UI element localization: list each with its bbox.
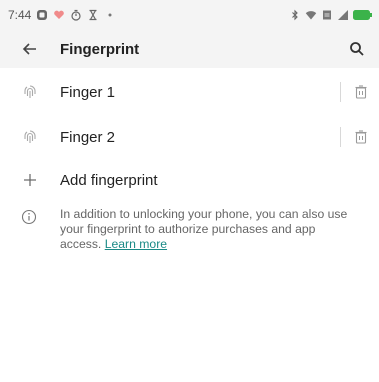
back-button[interactable] bbox=[20, 39, 40, 59]
hourglass-icon bbox=[87, 9, 99, 21]
timer-icon bbox=[70, 9, 82, 21]
heart-icon bbox=[53, 9, 65, 21]
plus-icon bbox=[22, 172, 38, 188]
search-icon bbox=[350, 42, 364, 56]
info-description: In addition to unlocking your phone, you… bbox=[60, 207, 348, 251]
search-button[interactable] bbox=[347, 39, 367, 59]
dot-icon bbox=[104, 9, 116, 21]
bluetooth-icon bbox=[289, 9, 301, 21]
trash-icon bbox=[355, 85, 367, 99]
row-divider bbox=[340, 82, 341, 102]
learn-more-link[interactable]: Learn more bbox=[105, 237, 167, 251]
info-icon bbox=[21, 209, 37, 225]
wifi-icon bbox=[305, 9, 317, 21]
fingerprint-icon bbox=[22, 129, 38, 145]
signal-icon bbox=[337, 9, 349, 21]
arrow-back-icon bbox=[22, 43, 36, 55]
sim-icon bbox=[321, 9, 333, 21]
row-divider bbox=[340, 127, 341, 147]
info-text: In addition to unlocking your phone, you… bbox=[60, 207, 360, 252]
notification-icon bbox=[36, 9, 48, 21]
add-fingerprint-button[interactable]: Add fingerprint bbox=[0, 158, 379, 202]
add-fingerprint-label: Add fingerprint bbox=[60, 171, 158, 189]
battery-icon bbox=[353, 9, 373, 21]
delete-fingerprint-2-button[interactable] bbox=[354, 129, 368, 145]
fingerprint-row-2[interactable]: Finger 2 bbox=[0, 115, 379, 159]
page-title: Fingerprint bbox=[60, 41, 140, 58]
status-left: 7:44 bbox=[8, 8, 116, 22]
fingerprint-icon bbox=[22, 84, 38, 100]
fingerprint-label: Finger 1 bbox=[60, 83, 116, 101]
status-time: 7:44 bbox=[8, 8, 32, 22]
app-bar: Fingerprint bbox=[0, 30, 379, 68]
status-right bbox=[289, 9, 373, 21]
delete-fingerprint-1-button[interactable] bbox=[354, 84, 368, 100]
fingerprint-row-1[interactable]: Finger 1 bbox=[0, 70, 379, 114]
trash-icon bbox=[355, 130, 367, 144]
fingerprint-label: Finger 2 bbox=[60, 128, 116, 146]
status-bar: 7:44 bbox=[0, 0, 379, 30]
